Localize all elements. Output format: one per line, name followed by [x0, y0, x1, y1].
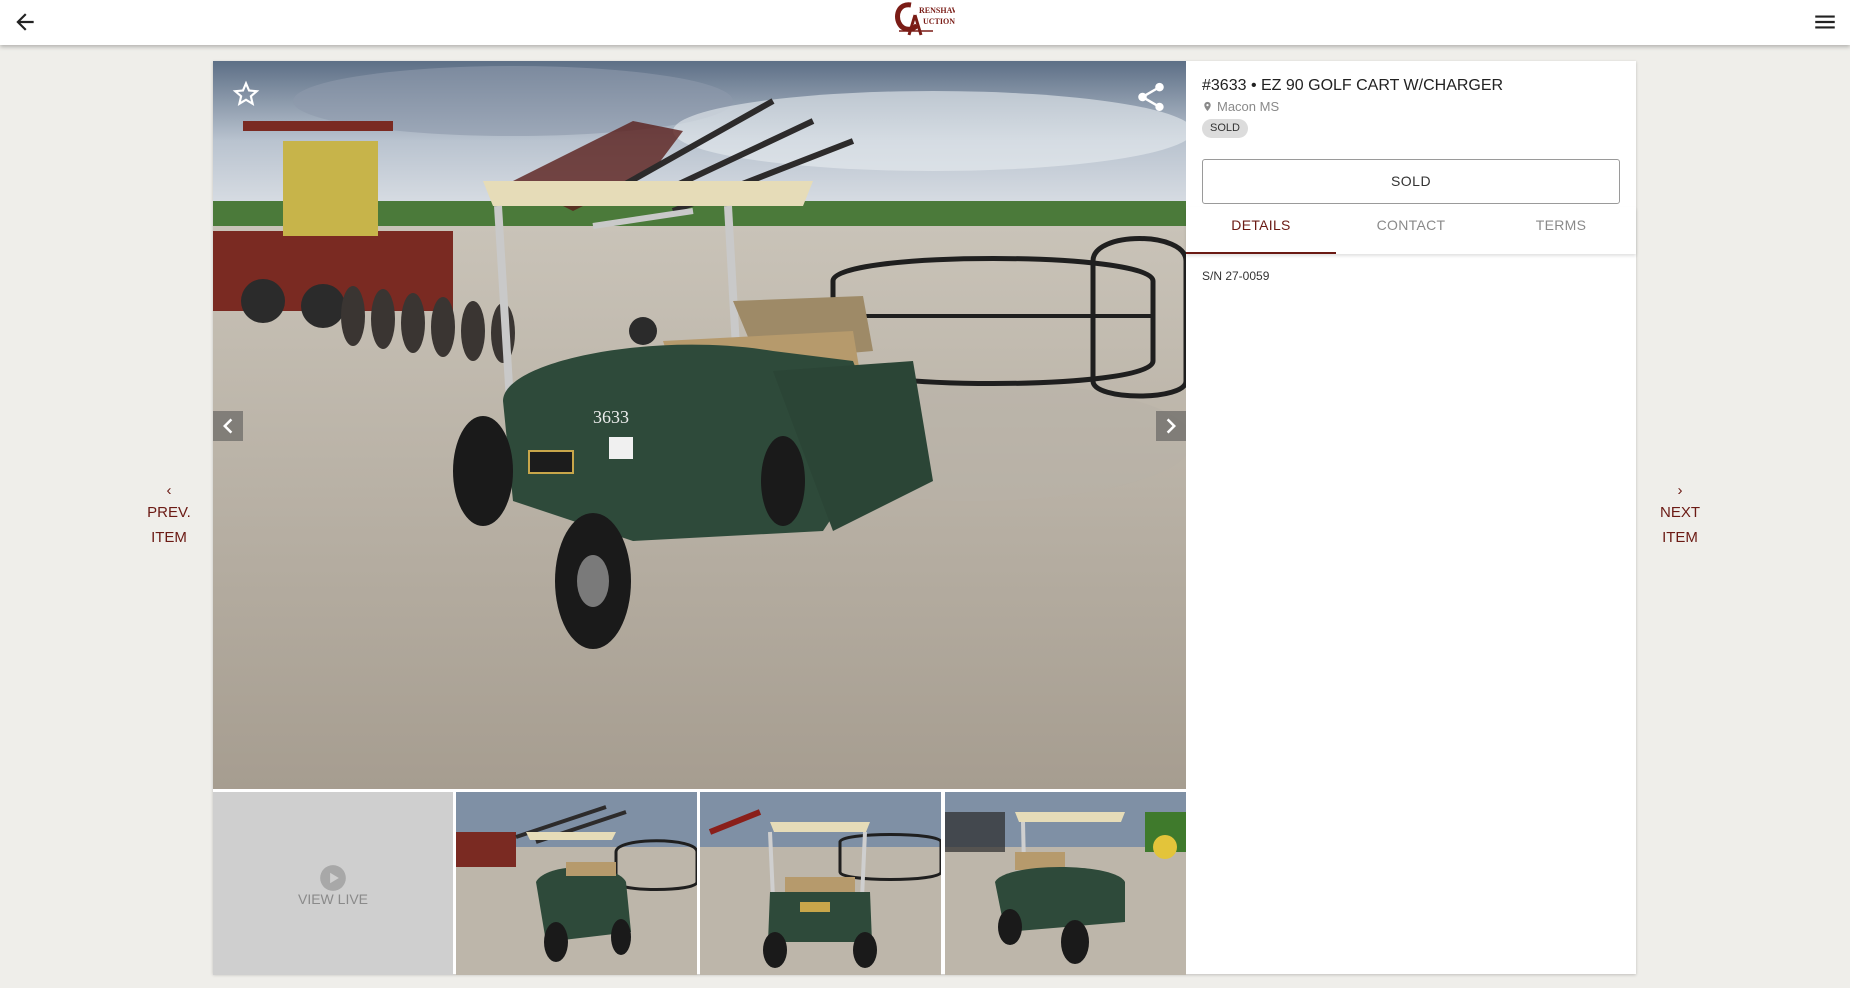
chevron-right-icon	[1166, 418, 1176, 434]
tab-terms[interactable]: TERMS	[1486, 207, 1636, 254]
hamburger-menu-icon	[1815, 15, 1835, 29]
cart-number: 3633	[593, 407, 629, 427]
serial-number: S/N 27-0059	[1202, 269, 1270, 283]
back-button[interactable]	[12, 9, 38, 35]
prev-item-link[interactable]: ‹ PREV. ITEM	[129, 482, 209, 550]
view-live-tile[interactable]: VIEW LIVE	[213, 792, 453, 975]
item-title: #3633 • EZ 90 GOLF CART W/CHARGER	[1202, 77, 1504, 94]
next-item-label-2: ITEM	[1662, 529, 1698, 546]
prev-item-label-2: ITEM	[151, 529, 187, 546]
sold-button[interactable]: SOLD	[1202, 159, 1620, 204]
arrow-left-icon	[16, 13, 34, 31]
photo-prev-button[interactable]	[213, 411, 243, 441]
tab-contact[interactable]: CONTACT	[1336, 207, 1486, 254]
location-label: Macon MS	[1217, 99, 1280, 114]
share-icon	[1138, 82, 1164, 112]
thumbnail-3[interactable]	[945, 792, 1186, 975]
view-live-label: VIEW LIVE	[297, 891, 369, 907]
item-location: Macon MS	[1202, 99, 1279, 114]
thumbnail-2[interactable]	[700, 792, 941, 975]
main-photo[interactable]: 3633	[213, 61, 1186, 789]
star-outline-icon	[232, 80, 260, 106]
tab-details[interactable]: DETAILS	[1186, 207, 1336, 254]
svg-text:UCTION: UCTION	[923, 17, 955, 26]
share-button[interactable]	[1134, 80, 1168, 114]
next-item-link[interactable]: › NEXT ITEM	[1640, 482, 1720, 550]
prev-item-label: PREV.	[147, 504, 191, 521]
chevron-left-icon: ‹	[166, 482, 172, 499]
item-tabs: DETAILS CONTACT TERMS	[1186, 207, 1636, 254]
favorite-button[interactable]	[230, 78, 262, 110]
chevron-right-icon: ›	[1677, 482, 1683, 499]
top-app-bar: RENSHAW UCTION	[0, 0, 1850, 45]
thumbnail-1[interactable]	[456, 792, 697, 975]
menu-button[interactable]	[1812, 9, 1838, 35]
status-badge: SOLD	[1202, 119, 1248, 138]
svg-text:RENSHAW: RENSHAW	[919, 6, 955, 15]
crenshaw-auction-logo[interactable]: RENSHAW UCTION	[893, 1, 959, 37]
next-item-label: NEXT	[1659, 504, 1700, 521]
play-circle-icon	[320, 865, 346, 891]
photo-next-button[interactable]	[1156, 411, 1186, 441]
chevron-left-icon	[223, 418, 233, 434]
map-pin-icon	[1204, 101, 1211, 112]
